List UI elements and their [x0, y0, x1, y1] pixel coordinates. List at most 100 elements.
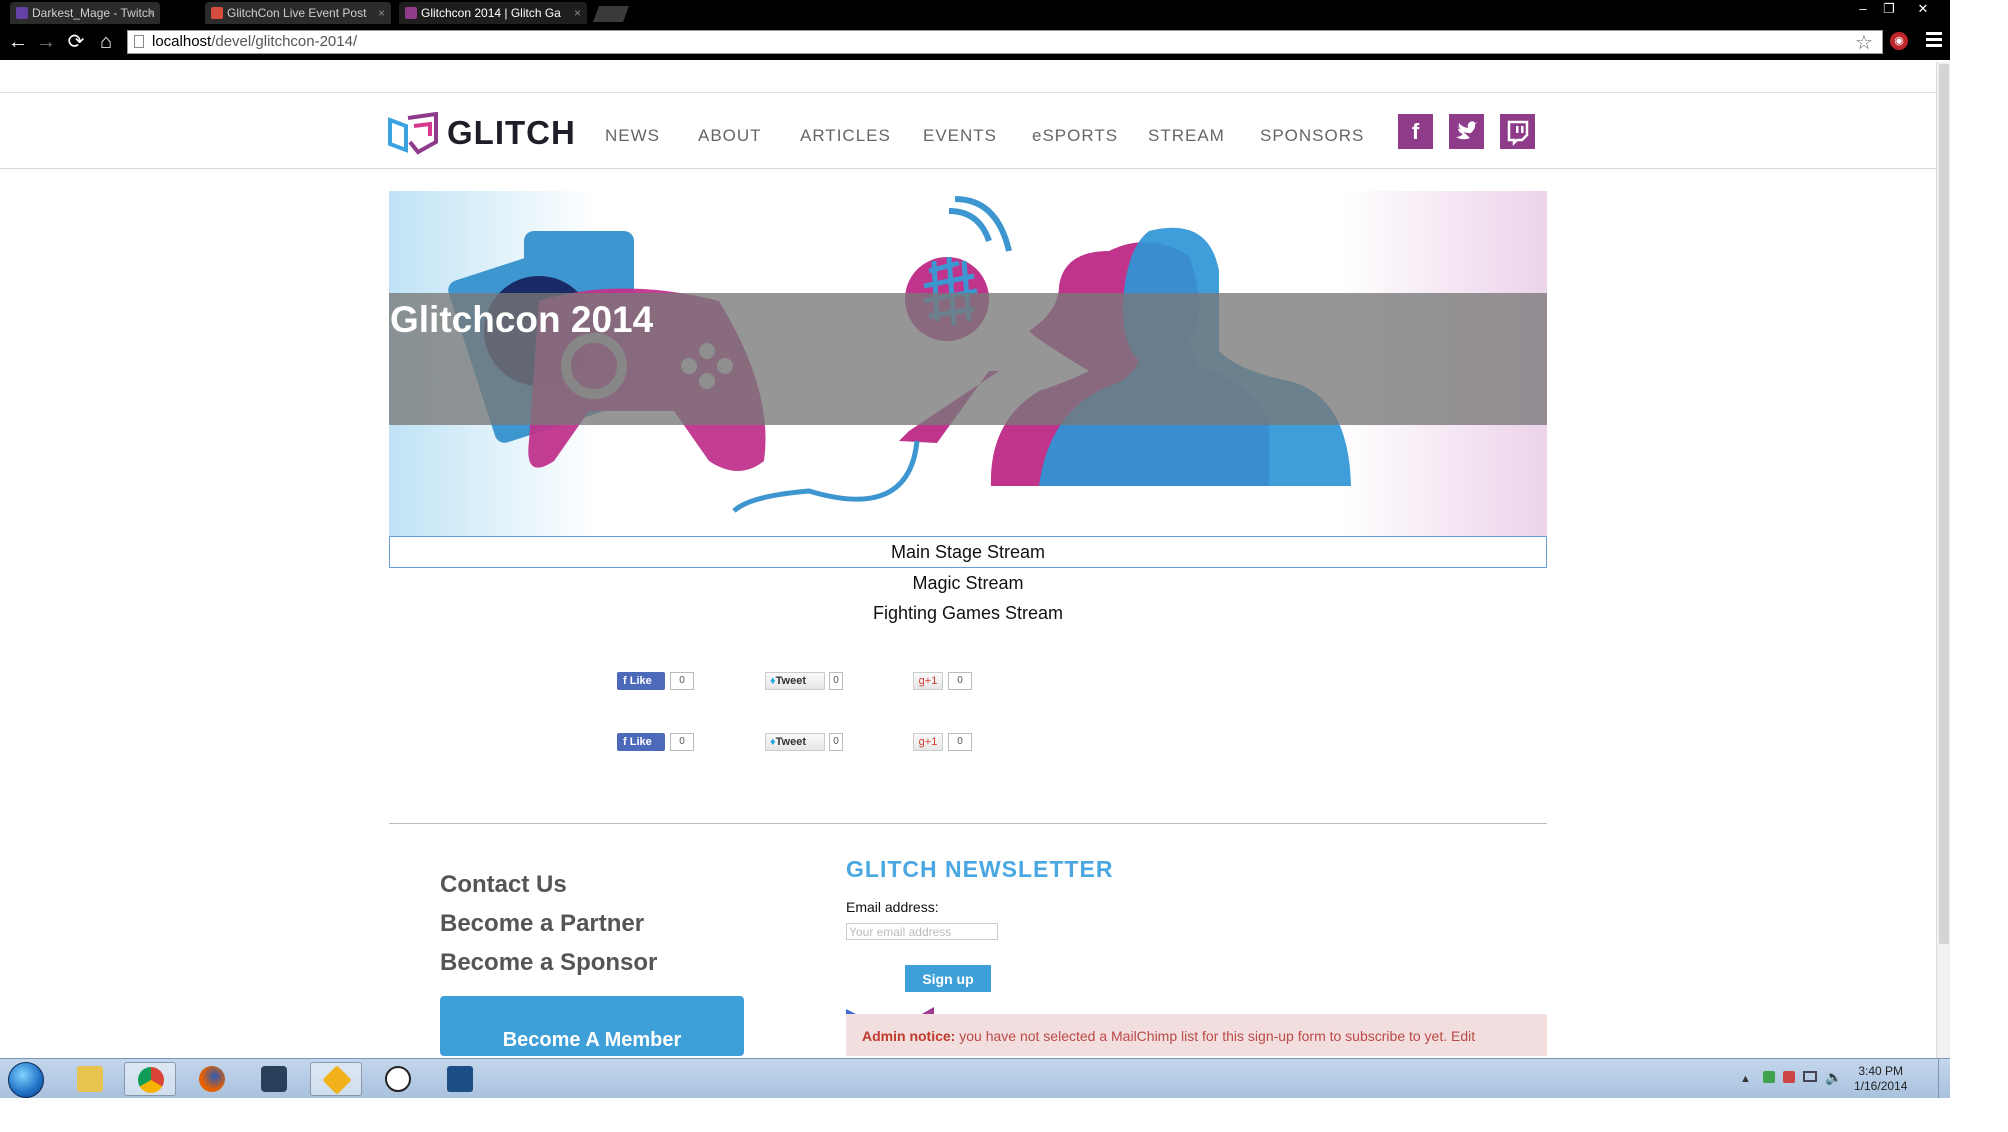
- like-count: 0: [670, 733, 694, 751]
- browser-toolbar: ← → ⟳ ⌂ localhost/devel/glitchcon-2014/: [0, 24, 1950, 60]
- nav-esports[interactable]: eSPORTS: [1032, 126, 1118, 146]
- gmail-favicon-icon: [211, 7, 223, 19]
- firefox-taskbar-button[interactable]: [186, 1062, 238, 1096]
- explorer-icon: [77, 1066, 103, 1092]
- twitter-icon[interactable]: [1449, 114, 1484, 149]
- steam-taskbar-button[interactable]: [248, 1062, 300, 1096]
- new-tab-button[interactable]: [593, 6, 629, 22]
- google-plus-button[interactable]: g+1: [913, 672, 943, 690]
- nav-news[interactable]: NEWS: [605, 126, 660, 146]
- tab-gmail[interactable]: GlitchCon Live Event Post ×: [205, 2, 391, 24]
- screen-margin: [0, 1098, 2008, 1132]
- bookmark-star-icon[interactable]: ☆: [1855, 30, 1873, 55]
- admin-notice-label: Admin notice:: [862, 1028, 956, 1044]
- taskbar: ▲ 🔈 3:40 PM 1/16/2014: [0, 1058, 1950, 1099]
- lol-launcher-icon: [385, 1066, 411, 1092]
- nav-stream[interactable]: STREAM: [1148, 126, 1225, 146]
- tab-glitchcon[interactable]: Glitchcon 2014 | Glitch Ga ×: [399, 2, 587, 24]
- nav-events[interactable]: EVENTS: [923, 126, 997, 146]
- forward-button[interactable]: →: [34, 30, 58, 54]
- system-clock[interactable]: 3:40 PM 1/16/2014: [1854, 1064, 1907, 1094]
- nav-articles[interactable]: ARTICLES: [800, 126, 891, 146]
- hero-title: Glitchcon 2014: [390, 299, 654, 340]
- twitch-favicon-icon: [16, 7, 28, 19]
- glitch-favicon-icon: [405, 7, 417, 19]
- email-field[interactable]: [846, 923, 998, 940]
- twitch-icon[interactable]: [1500, 114, 1535, 149]
- chrome-taskbar-button[interactable]: [124, 1062, 176, 1096]
- start-button[interactable]: [8, 1062, 44, 1098]
- tab-twitch[interactable]: Darkest_Mage - Twitch ×: [10, 2, 160, 24]
- nav-about[interactable]: ABOUT: [698, 126, 762, 146]
- steam-icon: [261, 1066, 287, 1092]
- minimize-button[interactable]: –: [1852, 0, 1874, 18]
- facebook-like-button[interactable]: f Like: [617, 672, 665, 690]
- facebook-icon: f: [623, 675, 630, 687]
- chrome-icon: [138, 1067, 164, 1093]
- page-icon: [134, 35, 144, 48]
- newsletter-title: GLITCH NEWSLETTER: [846, 856, 1114, 882]
- become-partner-link[interactable]: Become a Partner: [440, 910, 644, 938]
- facebook-icon[interactable]: f: [1398, 114, 1433, 149]
- close-tab-icon[interactable]: ×: [574, 2, 581, 24]
- tweet-button[interactable]: ♦Tweet: [765, 672, 825, 690]
- become-member-button[interactable]: Become A Member: [440, 996, 744, 1056]
- back-button[interactable]: ←: [6, 30, 30, 54]
- divider: [0, 92, 1936, 93]
- stream-option-fighting-games[interactable]: Fighting Games Stream: [389, 598, 1547, 628]
- tab-title: Glitchcon 2014 | Glitch Ga: [421, 6, 561, 20]
- lol-launcher-taskbar-button[interactable]: [372, 1062, 424, 1096]
- like-count: 0: [670, 672, 694, 690]
- firefox-icon: [199, 1066, 225, 1092]
- tweet-count: 0: [829, 672, 843, 690]
- admin-notice-text: you have not selected a MailChimp list f…: [955, 1028, 1476, 1044]
- screen-margin: [1950, 0, 2008, 1132]
- volume-icon[interactable]: 🔈: [1825, 1069, 1842, 1086]
- close-window-button[interactable]: ✕: [1912, 0, 1934, 18]
- stream-option-magic[interactable]: Magic Stream: [389, 568, 1547, 598]
- starcraft-taskbar-button[interactable]: [434, 1062, 486, 1096]
- tab-strip: Darkest_Mage - Twitch × GlitchCon Live E…: [0, 0, 1950, 24]
- address-bar[interactable]: localhost/devel/glitchcon-2014/: [127, 30, 1883, 54]
- page-scrollbar[interactable]: [1936, 62, 1951, 1062]
- brand-name[interactable]: GLITCH: [447, 114, 576, 152]
- sign-up-button[interactable]: Sign up: [905, 965, 991, 992]
- url-host: localhost: [152, 33, 212, 50]
- stream-option-main-stage[interactable]: Main Stage Stream: [389, 536, 1547, 568]
- tab-title: Darkest_Mage - Twitch: [32, 6, 155, 20]
- restore-button[interactable]: ❐: [1878, 0, 1900, 18]
- nav-sponsors[interactable]: SPONSORS: [1260, 126, 1364, 146]
- tab-title: GlitchCon Live Event Post: [227, 6, 367, 20]
- xsplit-icon: [322, 1065, 352, 1095]
- extension-icon[interactable]: ◉: [1890, 32, 1908, 50]
- contact-us-link[interactable]: Contact Us: [440, 871, 567, 899]
- admin-notice: Admin notice: you have not selected a Ma…: [846, 1014, 1547, 1056]
- become-sponsor-link[interactable]: Become a Sponsor: [440, 949, 657, 977]
- browser-menu-icon[interactable]: [1926, 32, 1942, 50]
- clock-date: 1/16/2014: [1854, 1079, 1908, 1093]
- tweet-count: 0: [829, 733, 843, 751]
- glitch-logo-icon[interactable]: [388, 112, 440, 156]
- tray-show-hidden-icon[interactable]: ▲: [1740, 1073, 1751, 1085]
- plus-count: 0: [948, 733, 972, 751]
- scrollbar-thumb[interactable]: [1939, 64, 1949, 944]
- close-tab-icon[interactable]: ×: [378, 2, 385, 24]
- facebook-like-button[interactable]: f Like: [617, 733, 665, 751]
- security-tray-icon[interactable]: [1763, 1071, 1775, 1083]
- clock-time: 3:40 PM: [1858, 1064, 1904, 1078]
- home-button[interactable]: ⌂: [94, 30, 118, 54]
- footer-divider: [389, 823, 1547, 824]
- network-icon[interactable]: [1803, 1071, 1817, 1082]
- close-tab-icon[interactable]: ×: [147, 2, 154, 24]
- google-plus-button[interactable]: g+1: [913, 733, 943, 751]
- reload-button[interactable]: ⟳: [64, 30, 88, 54]
- header-divider: [0, 168, 1936, 169]
- action-center-icon[interactable]: [1783, 1071, 1795, 1083]
- email-label: Email address:: [846, 899, 939, 915]
- explorer-taskbar-button[interactable]: [64, 1062, 116, 1096]
- tweet-button[interactable]: ♦Tweet: [765, 733, 825, 751]
- starcraft-icon: [447, 1066, 473, 1092]
- xsplit-taskbar-button[interactable]: [310, 1062, 362, 1096]
- plus-count: 0: [948, 672, 972, 690]
- facebook-icon: f: [623, 736, 630, 748]
